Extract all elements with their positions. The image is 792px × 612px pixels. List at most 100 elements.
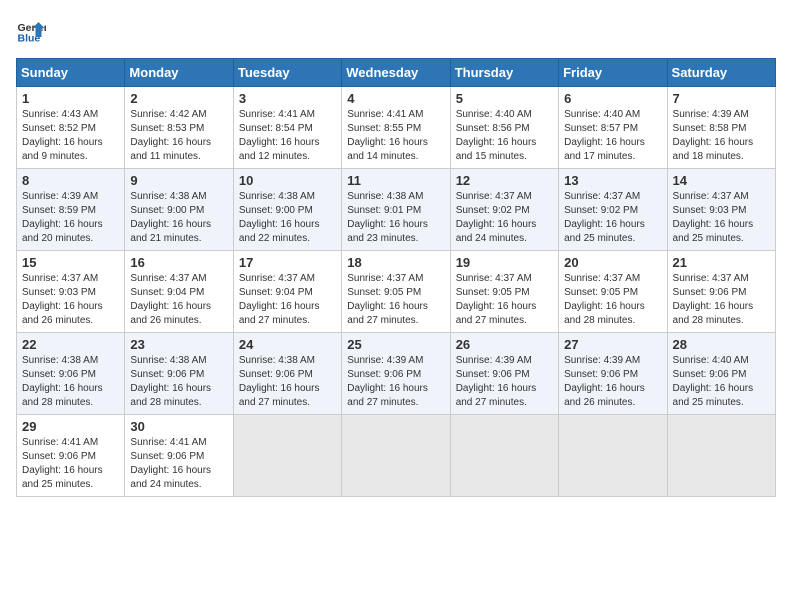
day-info: Sunrise: 4:41 AM Sunset: 9:06 PM Dayligh… [130, 436, 227, 492]
day-info: Sunrise: 4:38 AM Sunset: 9:06 PM Dayligh… [239, 354, 336, 410]
calendar-header-row: SundayMondayTuesdayWednesdayThursdayFrid… [17, 59, 776, 87]
day-number: 2 [130, 91, 227, 106]
day-info: Sunrise: 4:38 AM Sunset: 9:00 PM Dayligh… [130, 190, 227, 246]
day-number: 7 [673, 91, 770, 106]
day-info: Sunrise: 4:37 AM Sunset: 9:02 PM Dayligh… [564, 190, 661, 246]
calendar-week-row: 8Sunrise: 4:39 AM Sunset: 8:59 PM Daylig… [17, 169, 776, 251]
day-number: 15 [22, 255, 119, 270]
day-number: 10 [239, 173, 336, 188]
calendar-cell [667, 415, 775, 497]
day-info: Sunrise: 4:39 AM Sunset: 8:59 PM Dayligh… [22, 190, 119, 246]
day-number: 29 [22, 419, 119, 434]
calendar-day-header: Tuesday [233, 59, 341, 87]
calendar-cell: 24 Sunrise: 4:38 AM Sunset: 9:06 PM Dayli… [233, 333, 341, 415]
day-number: 14 [673, 173, 770, 188]
day-number: 16 [130, 255, 227, 270]
day-info: Sunrise: 4:38 AM Sunset: 9:01 PM Dayligh… [347, 190, 444, 246]
calendar-cell: 12 Sunrise: 4:37 AM Sunset: 9:02 PM Dayli… [450, 169, 558, 251]
calendar-cell: 22 Sunrise: 4:38 AM Sunset: 9:06 PM Dayli… [17, 333, 125, 415]
logo: General Blue [16, 16, 46, 46]
calendar-cell: 30 Sunrise: 4:41 AM Sunset: 9:06 PM Dayli… [125, 415, 233, 497]
day-number: 3 [239, 91, 336, 106]
day-number: 28 [673, 337, 770, 352]
calendar-cell: 8Sunrise: 4:39 AM Sunset: 8:59 PM Daylig… [17, 169, 125, 251]
day-info: Sunrise: 4:38 AM Sunset: 9:06 PM Dayligh… [22, 354, 119, 410]
day-info: Sunrise: 4:39 AM Sunset: 9:06 PM Dayligh… [347, 354, 444, 410]
day-number: 17 [239, 255, 336, 270]
day-number: 12 [456, 173, 553, 188]
calendar-cell: 7 Sunrise: 4:39 AM Sunset: 8:58 PM Daylig… [667, 87, 775, 169]
calendar-table: SundayMondayTuesdayWednesdayThursdayFrid… [16, 58, 776, 497]
day-number: 22 [22, 337, 119, 352]
day-info: Sunrise: 4:39 AM Sunset: 8:58 PM Dayligh… [673, 108, 770, 164]
calendar-cell: 10 Sunrise: 4:38 AM Sunset: 9:00 PM Dayli… [233, 169, 341, 251]
day-info: Sunrise: 4:38 AM Sunset: 9:00 PM Dayligh… [239, 190, 336, 246]
calendar-cell: 25 Sunrise: 4:39 AM Sunset: 9:06 PM Dayli… [342, 333, 450, 415]
day-info: Sunrise: 4:37 AM Sunset: 9:05 PM Dayligh… [347, 272, 444, 328]
day-number: 18 [347, 255, 444, 270]
calendar-cell: 17 Sunrise: 4:37 AM Sunset: 9:04 PM Dayli… [233, 251, 341, 333]
day-info: Sunrise: 4:42 AM Sunset: 8:53 PM Dayligh… [130, 108, 227, 164]
header: General Blue [16, 16, 776, 46]
calendar-day-header: Thursday [450, 59, 558, 87]
calendar-cell: 16 Sunrise: 4:37 AM Sunset: 9:04 PM Dayli… [125, 251, 233, 333]
day-number: 25 [347, 337, 444, 352]
calendar-day-header: Wednesday [342, 59, 450, 87]
calendar-cell: 27 Sunrise: 4:39 AM Sunset: 9:06 PM Dayli… [559, 333, 667, 415]
day-number: 13 [564, 173, 661, 188]
calendar-cell: 4Sunrise: 4:41 AM Sunset: 8:55 PM Daylig… [342, 87, 450, 169]
day-number: 24 [239, 337, 336, 352]
calendar-day-header: Sunday [17, 59, 125, 87]
day-number: 19 [456, 255, 553, 270]
day-info: Sunrise: 4:43 AM Sunset: 8:52 PM Dayligh… [22, 108, 119, 164]
calendar-cell: 19Sunrise: 4:37 AM Sunset: 9:05 PM Dayli… [450, 251, 558, 333]
day-number: 23 [130, 337, 227, 352]
day-info: Sunrise: 4:37 AM Sunset: 9:03 PM Dayligh… [22, 272, 119, 328]
day-info: Sunrise: 4:41 AM Sunset: 9:06 PM Dayligh… [22, 436, 119, 492]
calendar-cell [342, 415, 450, 497]
day-info: Sunrise: 4:39 AM Sunset: 9:06 PM Dayligh… [564, 354, 661, 410]
day-number: 30 [130, 419, 227, 434]
day-info: Sunrise: 4:38 AM Sunset: 9:06 PM Dayligh… [130, 354, 227, 410]
calendar-cell: 20Sunrise: 4:37 AM Sunset: 9:05 PM Dayli… [559, 251, 667, 333]
day-info: Sunrise: 4:37 AM Sunset: 9:04 PM Dayligh… [239, 272, 336, 328]
calendar-cell: 6 Sunrise: 4:40 AM Sunset: 8:57 PM Daylig… [559, 87, 667, 169]
calendar-cell: 9Sunrise: 4:38 AM Sunset: 9:00 PM Daylig… [125, 169, 233, 251]
calendar-cell: 1 Sunrise: 4:43 AM Sunset: 8:52 PM Daylig… [17, 87, 125, 169]
day-info: Sunrise: 4:37 AM Sunset: 9:06 PM Dayligh… [673, 272, 770, 328]
day-number: 5 [456, 91, 553, 106]
calendar-cell: 23 Sunrise: 4:38 AM Sunset: 9:06 PM Dayli… [125, 333, 233, 415]
calendar-day-header: Monday [125, 59, 233, 87]
calendar-week-row: 29 Sunrise: 4:41 AM Sunset: 9:06 PM Dayli… [17, 415, 776, 497]
calendar-cell: 18 Sunrise: 4:37 AM Sunset: 9:05 PM Dayli… [342, 251, 450, 333]
logo-icon: General Blue [16, 16, 46, 46]
calendar-cell: 11 Sunrise: 4:38 AM Sunset: 9:01 PM Dayli… [342, 169, 450, 251]
calendar-cell [450, 415, 558, 497]
day-number: 20 [564, 255, 661, 270]
day-number: 11 [347, 173, 444, 188]
day-info: Sunrise: 4:37 AM Sunset: 9:03 PM Dayligh… [673, 190, 770, 246]
calendar-cell: 28Sunrise: 4:40 AM Sunset: 9:06 PM Dayli… [667, 333, 775, 415]
day-number: 27 [564, 337, 661, 352]
calendar-cell: 26Sunrise: 4:39 AM Sunset: 9:06 PM Dayli… [450, 333, 558, 415]
calendar-cell [559, 415, 667, 497]
day-number: 26 [456, 337, 553, 352]
day-info: Sunrise: 4:41 AM Sunset: 8:54 PM Dayligh… [239, 108, 336, 164]
calendar-cell: 21 Sunrise: 4:37 AM Sunset: 9:06 PM Dayli… [667, 251, 775, 333]
calendar-cell: 5 Sunrise: 4:40 AM Sunset: 8:56 PM Daylig… [450, 87, 558, 169]
calendar-week-row: 15 Sunrise: 4:37 AM Sunset: 9:03 PM Dayli… [17, 251, 776, 333]
day-info: Sunrise: 4:41 AM Sunset: 8:55 PM Dayligh… [347, 108, 444, 164]
day-number: 1 [22, 91, 119, 106]
day-info: Sunrise: 4:40 AM Sunset: 8:56 PM Dayligh… [456, 108, 553, 164]
day-number: 6 [564, 91, 661, 106]
calendar-cell: 15 Sunrise: 4:37 AM Sunset: 9:03 PM Dayli… [17, 251, 125, 333]
calendar-cell: 2 Sunrise: 4:42 AM Sunset: 8:53 PM Daylig… [125, 87, 233, 169]
calendar-cell: 29 Sunrise: 4:41 AM Sunset: 9:06 PM Dayli… [17, 415, 125, 497]
day-info: Sunrise: 4:37 AM Sunset: 9:02 PM Dayligh… [456, 190, 553, 246]
day-info: Sunrise: 4:40 AM Sunset: 8:57 PM Dayligh… [564, 108, 661, 164]
calendar-cell [233, 415, 341, 497]
calendar-day-header: Saturday [667, 59, 775, 87]
day-number: 21 [673, 255, 770, 270]
calendar-day-header: Friday [559, 59, 667, 87]
day-info: Sunrise: 4:37 AM Sunset: 9:04 PM Dayligh… [130, 272, 227, 328]
